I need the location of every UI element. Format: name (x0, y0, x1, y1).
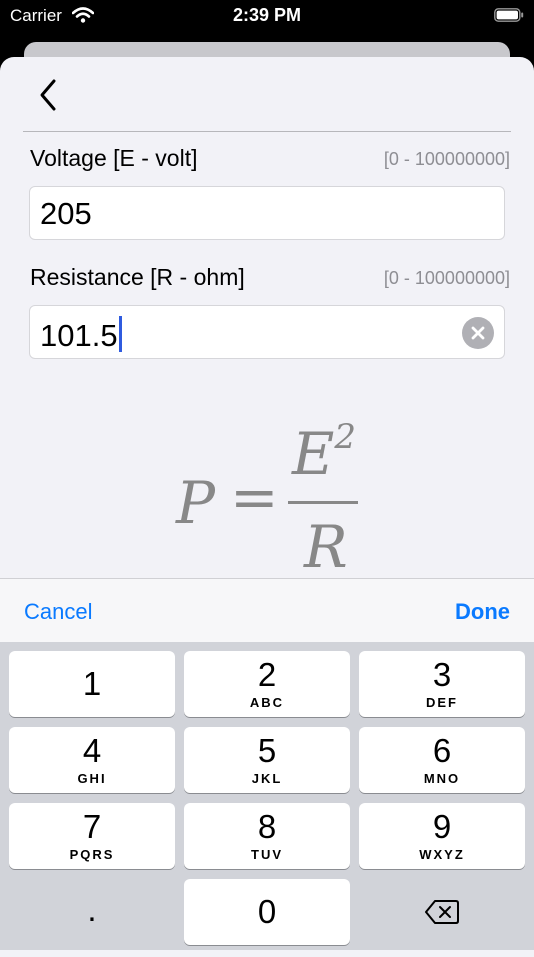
key-3[interactable]: 3 DEF (359, 651, 525, 717)
key-6-letters: MNO (423, 771, 461, 786)
key-2-digit: 2 (257, 656, 277, 693)
key-6-digit: 6 (432, 732, 452, 769)
resistance-input[interactable]: 101.5 (29, 305, 505, 359)
key-8-digit: 8 (257, 808, 277, 845)
voltage-value: 205 (40, 196, 92, 231)
keyboard-toolbar: Cancel Done (0, 578, 534, 643)
delete-key[interactable] (359, 879, 525, 945)
status-bar: Carrier 2:39 PM (0, 0, 534, 32)
key-decimal-point[interactable]: . (9, 879, 175, 945)
key-7-digit: 7 (82, 808, 102, 845)
number-keypad: 1 2 ABC 3 DEF 4 GHI 5 JKL 6 MNO 7 PQRS 8… (0, 642, 534, 950)
resistance-label: Resistance [R - ohm] (30, 264, 245, 290)
key-1[interactable]: 1 (9, 651, 175, 717)
key-8-letters: TUV (251, 847, 283, 862)
formula-denominator: R (304, 513, 348, 581)
resistance-range: [0 - 100000000] (383, 268, 510, 288)
key-3-digit: 3 (432, 656, 452, 693)
fraction-bar (288, 501, 358, 504)
key-0[interactable]: 0 (184, 879, 350, 945)
key-9[interactable]: 9 WXYZ (359, 803, 525, 869)
backspace-icon (425, 900, 459, 924)
formula-lhs: P (176, 469, 216, 537)
formula-exponent: 2 (334, 417, 356, 457)
key-7-letters: PQRS (69, 847, 115, 862)
key-decimal-label: . (87, 891, 97, 928)
key-7[interactable]: 7 PQRS (9, 803, 175, 869)
status-time: 2:39 PM (232, 5, 302, 25)
power-formula: P = E2 R (0, 417, 534, 581)
voltage-input[interactable]: 205 (29, 186, 505, 240)
resistance-text: 101.5 (40, 316, 122, 353)
voltage-label: Voltage [E - volt] (30, 145, 198, 171)
resistance-value: 101.5 (40, 318, 118, 353)
key-6[interactable]: 6 MNO (359, 727, 525, 793)
key-2-letters: ABC (249, 695, 285, 710)
battery-icon (494, 8, 524, 22)
key-9-letters: WXYZ (419, 847, 465, 862)
key-2[interactable]: 2 ABC (184, 651, 350, 717)
key-9-digit: 9 (432, 808, 452, 845)
nav-divider (23, 131, 511, 132)
done-button[interactable]: Done (455, 599, 510, 625)
key-4[interactable]: 4 GHI (9, 727, 175, 793)
key-5-digit: 5 (257, 732, 277, 769)
formula-numerator: E2 (292, 417, 356, 488)
key-5[interactable]: 5 JKL (184, 727, 350, 793)
back-button[interactable] (34, 77, 62, 113)
key-4-letters: GHI (77, 771, 107, 786)
key-1-digit: 1 (82, 665, 102, 702)
key-0-digit: 0 (257, 893, 277, 930)
key-8[interactable]: 8 TUV (184, 803, 350, 869)
key-4-digit: 4 (82, 732, 102, 769)
key-5-letters: JKL (251, 771, 283, 786)
voltage-range: [0 - 100000000] (383, 149, 510, 169)
formula-e: E (292, 420, 335, 488)
key-3-letters: DEF (426, 695, 458, 710)
cancel-button[interactable]: Cancel (24, 599, 92, 625)
clear-circle-icon[interactable] (462, 317, 494, 349)
formula-equals: = (230, 463, 279, 531)
text-cursor (118, 316, 122, 352)
